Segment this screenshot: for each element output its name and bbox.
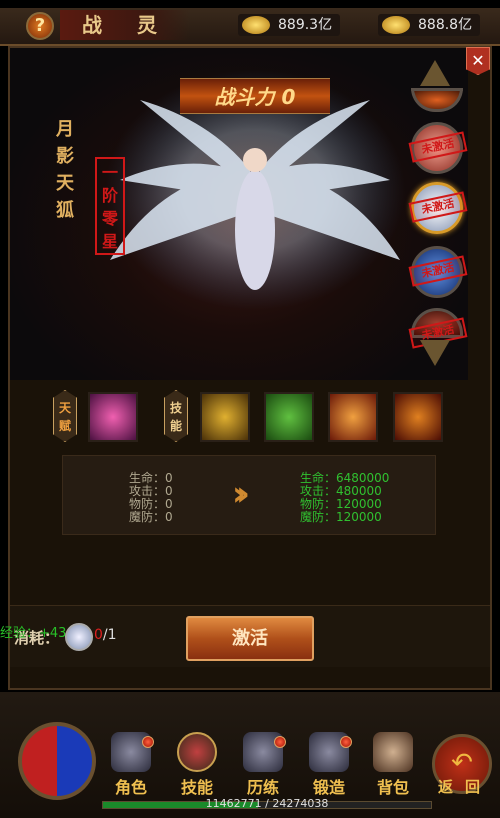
inactive-stamp: 未激活	[408, 255, 468, 287]
inactive-stamp: 未激活	[408, 131, 468, 163]
cost-count: 0/1	[94, 627, 117, 643]
ingot-amount: 888.8亿	[418, 17, 473, 33]
nav-forge[interactable]: 锻造	[300, 732, 358, 798]
skill-book-icon	[177, 732, 217, 772]
skill-green-figure-icon[interactable]	[264, 392, 314, 442]
page-title: 战 灵	[60, 10, 190, 40]
ingot-icon	[382, 16, 410, 34]
notification-dot	[340, 736, 352, 748]
spirit-item-icon[interactable]	[65, 623, 93, 651]
gold-currency[interactable]: 889.3亿	[238, 14, 341, 36]
cost-have: 0	[94, 627, 103, 643]
activate-button[interactable]: 激活	[186, 616, 314, 661]
skill-label: 技能	[164, 390, 188, 442]
skill-claw-strike-icon[interactable]	[328, 392, 378, 442]
spirit-slot[interactable]: 未激活	[408, 246, 468, 298]
nav-label: 历练	[246, 778, 279, 797]
nav-label: 背包	[376, 778, 409, 797]
nav-training[interactable]: 历练	[234, 732, 292, 798]
nav-label: 技能	[180, 778, 213, 797]
ingot-currency[interactable]: 888.8亿	[378, 14, 481, 36]
nav-bag[interactable]: 背包	[364, 732, 422, 798]
taiji-orb-icon[interactable]	[18, 722, 96, 800]
gold-amount: 889.3亿	[278, 17, 333, 33]
inactive-stamp: 未激活	[408, 191, 468, 223]
talent-label: 天赋	[53, 390, 77, 442]
skill-fire-slash-icon[interactable]	[393, 392, 443, 442]
spirit-slot[interactable]: 未激活	[408, 122, 468, 174]
nav-character[interactable]: 角色	[102, 732, 160, 798]
back-label: 返回	[438, 778, 493, 796]
double-chevron-icon: ››	[232, 474, 250, 514]
current-magic-def: 魔防：0	[129, 510, 173, 524]
rank-stamp: 一阶零星	[95, 157, 125, 255]
skill-golden-shield-icon[interactable]	[200, 392, 250, 442]
combat-power: 战斗力 0	[180, 78, 330, 114]
spirit-slot-selected[interactable]: 未激活	[408, 182, 468, 234]
backpack-icon	[373, 732, 413, 772]
notification-dot	[142, 736, 154, 748]
help-icon[interactable]: ?	[26, 12, 54, 40]
talent-heart-icon[interactable]	[88, 392, 138, 442]
current-stats: 生命：0 攻击：0 物防：0 魔防：0	[129, 472, 173, 524]
nav-label: 角色	[114, 778, 147, 797]
notification-dot	[274, 736, 286, 748]
close-button[interactable]: ✕	[466, 47, 490, 75]
next-magic-def: 魔防：120000	[300, 510, 382, 524]
coin-icon	[242, 16, 270, 34]
nav-skills[interactable]: 技能	[168, 732, 226, 798]
spirit-name: 月影天狐	[56, 119, 74, 221]
xp-text: 11462771 / 24274038	[205, 797, 329, 810]
cost-need: /1	[102, 627, 117, 643]
next-stats: 生命：6480000 攻击：480000 物防：120000 魔防：120000	[300, 472, 389, 524]
nav-label: 锻造	[312, 778, 345, 797]
exp-gain-text: 经验：+43	[0, 626, 67, 641]
